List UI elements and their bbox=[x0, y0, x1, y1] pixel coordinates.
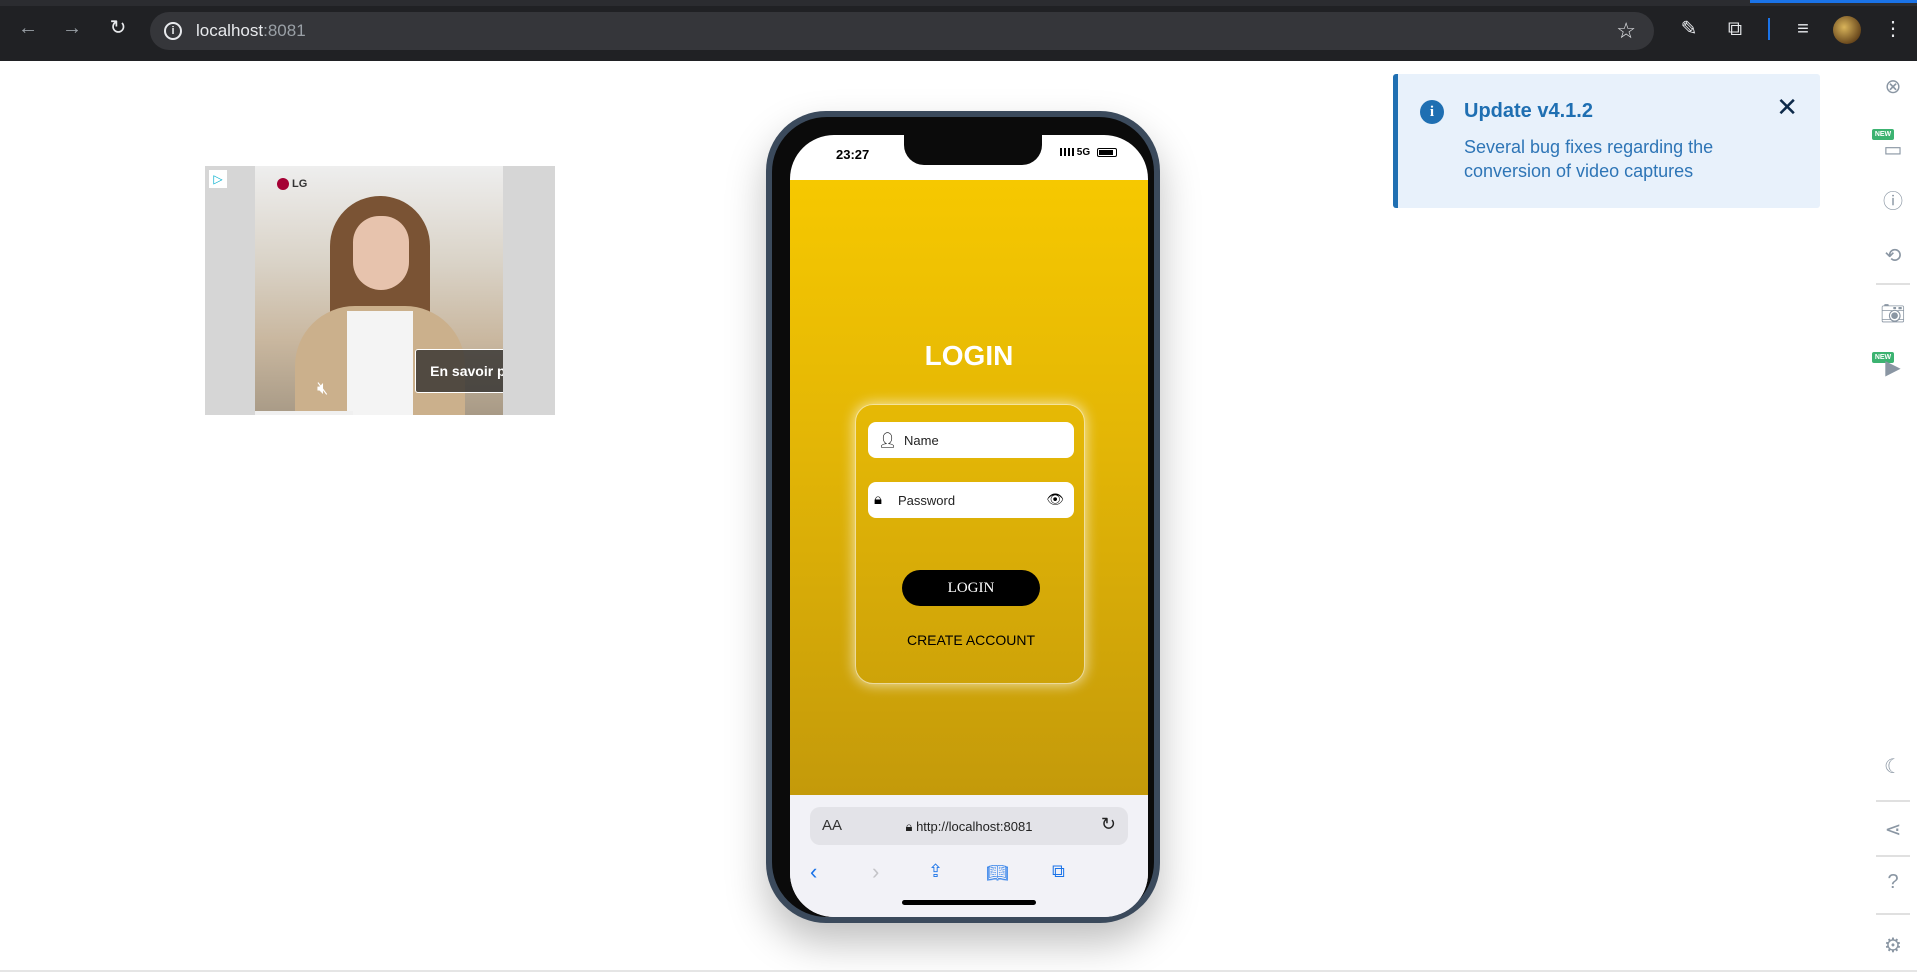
safari-back-icon[interactable]: ‹ bbox=[810, 859, 817, 885]
url-port: :8081 bbox=[263, 21, 306, 40]
login-button[interactable]: LOGIN bbox=[902, 570, 1040, 606]
close-circle-icon[interactable]: ⊗ bbox=[1880, 74, 1906, 100]
media-queue-icon[interactable]: ≡ bbox=[1790, 16, 1816, 42]
user-icon: 👤︎ bbox=[878, 432, 898, 449]
ad-video-frame[interactable]: LG 🔇︎ En savoir plus bbox=[255, 166, 503, 415]
network-label: 5G bbox=[1076, 147, 1091, 158]
password-input[interactable]: 🔒︎ Password 👁︎ bbox=[868, 482, 1074, 518]
safari-tabs-icon[interactable]: ⧉ bbox=[1052, 861, 1065, 882]
battery-icon bbox=[1096, 147, 1117, 157]
profile-avatar[interactable] bbox=[1833, 16, 1861, 44]
mute-icon[interactable]: 🔇︎ bbox=[317, 378, 328, 399]
notification-body: Several bug fixes regarding the conversi… bbox=[1464, 137, 1714, 181]
responsive-devices-icon[interactable]: ▭ bbox=[1880, 137, 1906, 163]
signal-icon bbox=[1060, 148, 1074, 157]
extensions-puzzle-icon[interactable]: ⧉ bbox=[1722, 16, 1748, 42]
address-url[interactable]: localhost:8081 bbox=[196, 21, 306, 41]
login-title: LOGIN bbox=[924, 340, 1014, 371]
safari-bookmarks-icon[interactable]: 📖︎ bbox=[986, 863, 1009, 884]
password-placeholder: Password bbox=[898, 493, 956, 508]
forward-icon[interactable]: → bbox=[58, 14, 86, 42]
ad-progress-bar bbox=[255, 411, 353, 415]
lock-icon: 🔒︎ bbox=[874, 491, 882, 508]
toolbar-divider bbox=[1768, 18, 1770, 40]
browser-toolbar: ← → ↻ i localhost:8081 ☆ ✎ ⧉ ≡ ⋮ bbox=[0, 0, 1917, 61]
ad-learn-more-button[interactable]: En savoir plus bbox=[415, 349, 503, 393]
info-circle-icon[interactable]: ⓘ bbox=[1880, 189, 1906, 215]
phone-notch bbox=[904, 135, 1042, 165]
eyedropper-extension-icon[interactable]: ✎ bbox=[1676, 16, 1702, 42]
login-card: 👤︎ Name 🔒︎ Password 👁︎ LOGIN CREATE ACCO… bbox=[855, 404, 1085, 684]
settings-gear-icon[interactable]: ⚙ bbox=[1880, 933, 1906, 959]
phone-frame: 23:27 5G LOGIN 👤︎ Name 🔒︎ Password 👁︎ LO… bbox=[766, 111, 1160, 923]
site-info-icon[interactable]: i bbox=[164, 22, 182, 40]
video-record-icon[interactable]: ▶ bbox=[1880, 355, 1906, 381]
safari-url-text: http://localhost:8081 bbox=[916, 819, 1033, 834]
status-indicators: 5G bbox=[1060, 147, 1117, 158]
safari-bottom-bar: AA 🔒︎ http://localhost:8081 ↻ ‹ › ⇪ 📖︎ ⧉ bbox=[790, 795, 1148, 917]
notification-title: Update v4.1.2 bbox=[1464, 100, 1593, 122]
url-host: localhost bbox=[196, 21, 264, 40]
rotate-icon[interactable]: ⟲ bbox=[1880, 243, 1906, 269]
status-time: 23:27 bbox=[836, 147, 870, 162]
name-placeholder: Name bbox=[904, 433, 939, 448]
reload-icon[interactable]: ↻ bbox=[104, 14, 132, 42]
safari-url: 🔒︎ http://localhost:8081 bbox=[905, 819, 1033, 834]
browser-menu-icon[interactable]: ⋮ bbox=[1880, 16, 1906, 42]
safari-share-icon[interactable]: ⇪ bbox=[928, 861, 943, 882]
create-account-link[interactable]: CREATE ACCOUNT bbox=[856, 632, 1086, 648]
share-icon[interactable]: ⋖ bbox=[1880, 817, 1906, 843]
tab-strip bbox=[0, 0, 1917, 6]
safari-address-bar[interactable]: AA 🔒︎ http://localhost:8081 ↻ bbox=[810, 807, 1128, 845]
dark-mode-moon-icon[interactable]: ☾ bbox=[1880, 754, 1906, 780]
login-app: LOGIN 👤︎ Name 🔒︎ Password 👁︎ LOGIN CREAT… bbox=[790, 180, 1148, 795]
update-notification: i Update v4.1.2 Several bug fixes regard… bbox=[1393, 74, 1820, 208]
show-password-eye-icon[interactable]: 👁︎ bbox=[1046, 491, 1064, 508]
ad-brand-logo: LG bbox=[277, 178, 307, 190]
safari-forward-icon[interactable]: › bbox=[872, 859, 879, 885]
home-indicator bbox=[902, 900, 1036, 905]
phone-screen: 23:27 5G LOGIN 👤︎ Name 🔒︎ Password 👁︎ LO… bbox=[790, 135, 1148, 917]
video-ad[interactable]: ▷ LG 🔇︎ En savoir plus bbox=[205, 166, 555, 415]
address-bar[interactable]: i localhost:8081 ☆ bbox=[150, 12, 1654, 50]
devtools-sidebar: ⊗ NEW ▭ ⓘ ⟲ 📷︎ NEW ▶ ☾ ⋖ ? ⚙ bbox=[1868, 61, 1917, 972]
screenshot-camera-icon[interactable]: 📷︎ bbox=[1880, 301, 1906, 327]
bookmark-star-icon[interactable]: ☆ bbox=[1616, 18, 1636, 44]
back-icon[interactable]: ← bbox=[14, 14, 42, 42]
name-input[interactable]: 👤︎ Name bbox=[868, 422, 1074, 458]
adchoices-icon[interactable]: ▷ bbox=[209, 170, 227, 188]
help-icon[interactable]: ? bbox=[1880, 869, 1906, 895]
info-icon: i bbox=[1420, 100, 1444, 124]
close-icon[interactable]: ✕ bbox=[1776, 92, 1798, 123]
safari-reload-icon[interactable]: ↻ bbox=[1101, 814, 1116, 835]
